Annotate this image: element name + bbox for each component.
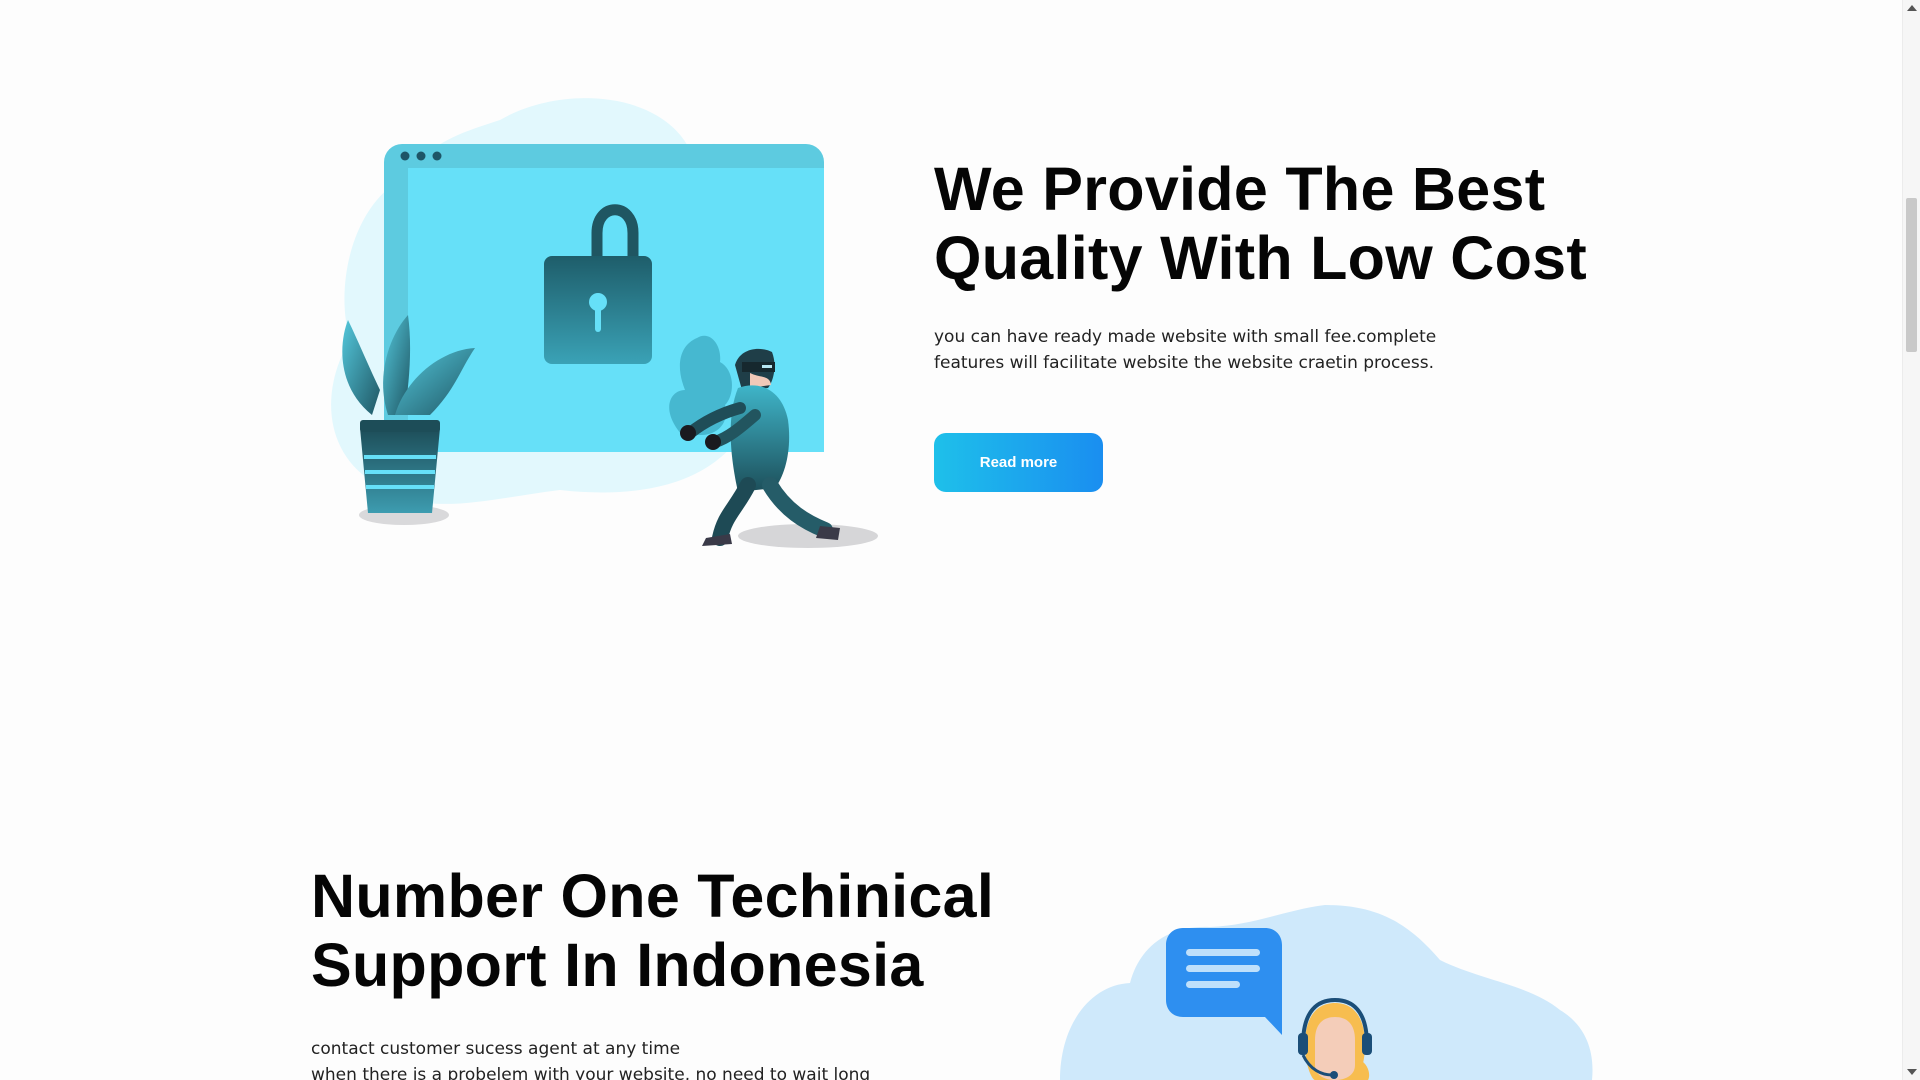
scrollbar-thumb[interactable] <box>1906 198 1917 352</box>
scroll-down-arrow-icon[interactable] <box>1907 1069 1917 1075</box>
support-description-line1: contact customer sucess agent at any tim… <box>311 1039 681 1059</box>
security-illustration <box>331 98 878 548</box>
hero-title-line1: We Provide The Best <box>934 155 1546 223</box>
support-title-line1: Number One Techinical <box>311 862 995 930</box>
hero-text-block: We Provide The Best Quality With Low Cos… <box>934 155 1634 376</box>
hero-description: you can have ready made website with sma… <box>934 324 1454 376</box>
support-description-line2: when there is a probelem with your websi… <box>311 1065 871 1080</box>
support-text-block: Number One Techinical Support In Indones… <box>311 862 1031 1080</box>
support-title: Number One Techinical Support In Indones… <box>311 862 1031 1000</box>
support-title-line2: Support In Indonesia <box>311 931 924 999</box>
vertical-scrollbar[interactable] <box>1902 0 1920 1080</box>
hero-title-line2: Quality With Low Cost <box>934 224 1587 292</box>
support-agent-icon <box>1298 997 1372 1080</box>
page: We Provide The Best Quality With Low Cos… <box>0 0 1920 1080</box>
support-illustration <box>1060 905 1593 1080</box>
hero-title: We Provide The Best Quality With Low Cos… <box>934 155 1634 293</box>
read-more-button[interactable]: Read more <box>934 433 1103 492</box>
hero-description-line1: you can have ready made website with sma… <box>934 327 1437 347</box>
scroll-up-arrow-icon[interactable] <box>1907 5 1917 11</box>
hero-description-line2: features will facilitate website the web… <box>934 353 1434 373</box>
support-description: contact customer sucess agent at any tim… <box>311 1036 1031 1080</box>
